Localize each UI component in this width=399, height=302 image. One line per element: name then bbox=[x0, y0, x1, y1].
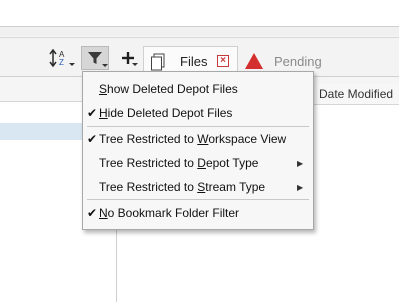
filter-funnel-icon bbox=[88, 52, 102, 64]
warning-triangle-icon bbox=[245, 53, 263, 69]
filter-menu: Show Deleted Depot Files ✔ Hide Deleted … bbox=[82, 71, 314, 230]
menu-item-hide-deleted-depot-files[interactable]: ✔ Hide Deleted Depot Files bbox=[83, 102, 313, 125]
sort-button[interactable]: A Z bbox=[46, 47, 75, 69]
address-field[interactable] bbox=[0, 0, 399, 27]
add-button[interactable] bbox=[116, 46, 140, 70]
column-date-modified[interactable]: Date Modified bbox=[310, 84, 393, 104]
menu-separator bbox=[87, 199, 309, 200]
tab-files-label: Files bbox=[180, 54, 208, 69]
menu-item-show-deleted-depot-files[interactable]: Show Deleted Depot Files bbox=[83, 78, 313, 101]
menu-item-tree-restricted-workspace-view[interactable]: ✔ Tree Restricted to Workspace View bbox=[83, 128, 313, 151]
checkmark-icon: ✔ bbox=[87, 206, 98, 220]
submenu-arrow-icon: ▶ bbox=[297, 159, 304, 168]
document-icon bbox=[151, 53, 165, 70]
svg-text:Z: Z bbox=[59, 58, 64, 67]
menu-item-no-bookmark-folder-filter[interactable]: ✔ No Bookmark Folder Filter bbox=[83, 202, 313, 225]
tab-pending-label: Pending bbox=[274, 53, 322, 69]
top-band bbox=[0, 0, 399, 36]
close-x-icon[interactable]: × bbox=[217, 55, 229, 67]
checkmark-icon: ✔ bbox=[87, 106, 98, 120]
filter-button[interactable] bbox=[81, 46, 109, 70]
checkmark-icon: ✔ bbox=[87, 132, 98, 146]
menu-item-tree-restricted-depot-type[interactable]: Tree Restricted to Depot Type ▶ bbox=[83, 152, 313, 175]
sort-az-icon: A Z bbox=[49, 48, 65, 68]
submenu-arrow-icon: ▶ bbox=[297, 183, 304, 192]
menu-separator bbox=[87, 126, 309, 127]
menu-item-tree-restricted-stream-type[interactable]: Tree Restricted to Stream Type ▶ bbox=[83, 176, 313, 199]
